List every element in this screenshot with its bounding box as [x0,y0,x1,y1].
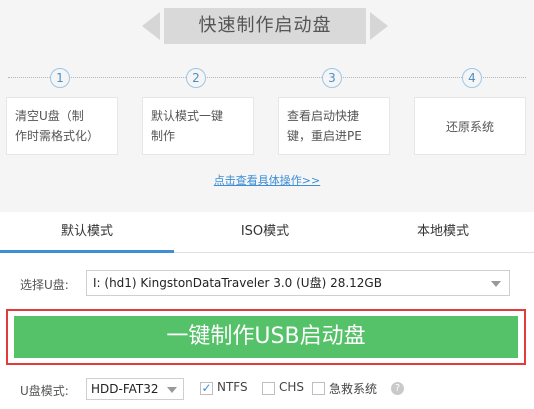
chevron-down-icon [167,387,177,393]
step-1-number: 1 [50,68,70,88]
step-1-box: 清空U盘（制 作时需格式化） [6,97,118,155]
step-2-line2: 制作 [151,129,176,143]
step-3-number: 3 [322,68,342,88]
rescue-system-label: 急救系统 [329,382,378,396]
help-icon[interactable]: ? [391,382,404,395]
step-1-line2: 作时需格式化） [15,129,100,143]
ntfs-label: NTFS [217,380,248,394]
steps-dotted-line [8,77,526,78]
steps-panel: 快速制作启动盘 1 2 3 4 清空U盘（制 作时需格式化） 默认模式一键 制作… [0,0,534,212]
tab-local-mode[interactable]: 本地模式 [356,212,530,252]
rescue-system-checkbox[interactable] [312,382,325,395]
step-4-text: 还原系统 [445,120,494,134]
ribbon-left-chevron-icon [142,12,160,40]
usb-select-value: I: (hd1) KingstonDataTraveler 3.0 (U盘) 2… [93,276,382,290]
title-ribbon: 快速制作启动盘 [140,8,390,44]
usb-select-label: 选择U盘: [20,278,69,292]
step-4-box: 还原系统 [414,97,526,155]
usb-mode-select[interactable]: HDD-FAT32 [86,378,184,400]
chevron-down-icon [491,281,501,287]
step-2-box: 默认模式一键 制作 [142,97,254,155]
chs-checkbox[interactable] [262,382,275,395]
ribbon-right-chevron-icon [370,12,388,40]
step-3-box: 查看启动快捷 键，重启进PE [278,97,390,155]
tab-default-mode[interactable]: 默认模式 [0,212,174,253]
page-title: 快速制作启动盘 [164,8,366,44]
step-1-line1: 清空U盘（制 [15,109,84,123]
usb-mode-label: U盘模式: [20,384,69,398]
usb-select[interactable]: I: (hd1) KingstonDataTraveler 3.0 (U盘) 2… [86,270,510,296]
step-3-line2: 键，重启进PE [287,129,362,143]
mode-tabs: 默认模式 ISO模式 本地模式 [0,212,534,253]
chs-label: CHS [279,380,305,394]
step-4-number: 4 [462,68,482,88]
ntfs-checkbox[interactable]: ✓ [200,382,213,395]
help-link[interactable]: 点击查看具体操作>> [0,172,534,188]
usb-mode-value: HDD-FAT32 [91,382,159,396]
make-usb-boot-button[interactable]: 一键制作USB启动盘 [14,316,518,358]
tab-iso-mode[interactable]: ISO模式 [178,212,352,252]
step-3-line1: 查看启动快捷 [287,109,360,123]
step-2-line1: 默认模式一键 [151,109,224,123]
step-2-number: 2 [186,68,206,88]
